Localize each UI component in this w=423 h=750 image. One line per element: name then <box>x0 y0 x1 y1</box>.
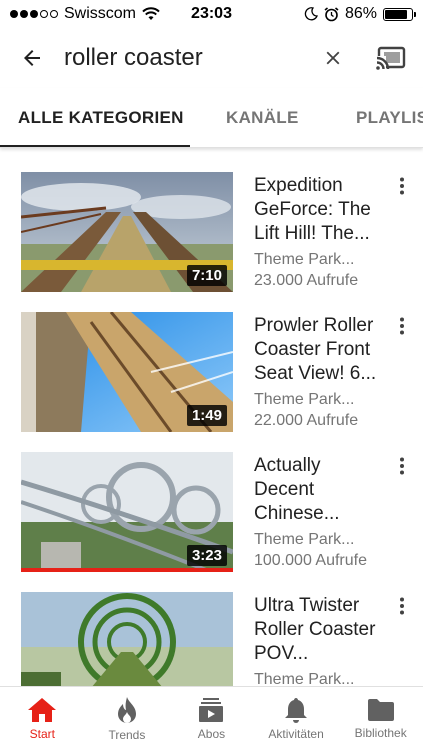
bell-icon <box>285 697 308 723</box>
close-icon <box>326 51 340 65</box>
video-thumbnail[interactable] <box>21 592 233 686</box>
result-item[interactable]: 7:10 Expedition GeForce: The Lift Hill! … <box>0 172 423 294</box>
cast-icon <box>376 46 406 70</box>
signal-strength-icon <box>10 10 58 18</box>
view-count: 100.000 Aufrufe <box>254 552 367 569</box>
more-options-button[interactable] <box>388 172 416 202</box>
tab-all-categories[interactable]: ALLE KATEGORIEN <box>0 88 190 147</box>
more-vert-icon <box>400 317 404 335</box>
video-duration: 3:23 <box>186 545 227 566</box>
battery-level <box>385 9 408 19</box>
more-vert-icon <box>400 597 404 615</box>
nav-label: Bibliothek <box>354 725 407 740</box>
nav-label: Aktivitäten <box>268 726 324 741</box>
watch-progress-bar <box>21 568 233 572</box>
video-title[interactable]: Ultra Twister Roller Coaster POV... <box>254 594 384 666</box>
result-item[interactable]: Ultra Twister Roller Coaster POV... Them… <box>0 592 423 686</box>
nav-label: Start <box>29 726 55 741</box>
clear-search-button[interactable] <box>307 28 359 88</box>
search-results-list: 7:10 Expedition GeForce: The Lift Hill! … <box>0 148 423 686</box>
nav-activity[interactable]: Aktivitäten <box>254 687 339 750</box>
status-bar: Swisscom 23:03 86% <box>0 0 423 28</box>
status-left: Swisscom <box>10 5 160 23</box>
tab-playlists[interactable]: PLAYLIS <box>328 88 423 147</box>
video-title[interactable]: Prowler Roller Coaster Front Seat View! … <box>254 314 384 386</box>
video-thumbnail[interactable]: 3:23 <box>21 452 233 572</box>
more-options-button[interactable] <box>388 312 416 342</box>
nav-start[interactable]: Start <box>0 687 85 750</box>
subscriptions-icon <box>199 697 224 722</box>
view-count: 23.000 Aufrufe <box>254 272 359 289</box>
tab-channels[interactable]: KANÄLE <box>190 88 328 147</box>
flame-icon <box>117 696 136 723</box>
more-vert-icon <box>400 177 404 195</box>
search-header: roller coaster <box>0 28 423 88</box>
more-options-button[interactable] <box>388 452 416 482</box>
carrier-name: Swisscom <box>64 5 137 22</box>
nav-library[interactable]: Bibliothek <box>338 687 423 750</box>
nav-subscriptions[interactable]: Abos <box>169 687 254 750</box>
more-vert-icon <box>400 457 404 475</box>
back-arrow-icon <box>24 50 40 66</box>
channel-name: Theme Park... <box>254 391 355 408</box>
thumbnail-image <box>21 592 233 686</box>
battery-icon <box>383 7 416 21</box>
more-options-button[interactable] <box>388 592 416 622</box>
result-item[interactable]: 1:49 Prowler Roller Coaster Front Seat V… <box>0 312 423 434</box>
view-count: 22.000 Aufrufe <box>254 412 359 429</box>
search-input[interactable]: roller coaster <box>64 44 307 72</box>
channel-name: Theme Park... <box>254 531 355 548</box>
search-filter-tabs: ALLE KATEGORIEN KANÄLE PLAYLIS <box>0 88 423 148</box>
video-thumbnail[interactable]: 7:10 <box>21 172 233 292</box>
moon-icon <box>304 7 318 21</box>
back-button[interactable] <box>0 28 64 88</box>
wifi-icon <box>142 7 160 20</box>
home-icon <box>28 697 57 722</box>
video-duration: 1:49 <box>186 405 227 426</box>
nav-label: Abos <box>197 726 226 741</box>
folder-icon <box>367 698 394 721</box>
channel-name: Theme Park... <box>254 251 355 268</box>
status-time: 23:03 <box>191 5 232 22</box>
video-duration: 7:10 <box>186 265 227 286</box>
nav-label: Trends <box>108 727 146 742</box>
channel-name: Theme Park... <box>254 671 355 686</box>
bottom-navigation: Start Trends Abos Aktivitäten Bibliothek <box>0 686 423 750</box>
cast-button[interactable] <box>359 28 423 88</box>
battery-percent: 86% <box>344 5 377 22</box>
video-title[interactable]: Expedition GeForce: The Lift Hill! The..… <box>254 174 384 246</box>
alarm-icon <box>324 6 339 21</box>
nav-trends[interactable]: Trends <box>85 687 170 750</box>
result-item[interactable]: 3:23 Actually Decent Chinese... Theme Pa… <box>0 452 423 574</box>
video-title[interactable]: Actually Decent Chinese... <box>254 454 384 526</box>
status-right: 86% <box>304 5 416 23</box>
video-thumbnail[interactable]: 1:49 <box>21 312 233 432</box>
